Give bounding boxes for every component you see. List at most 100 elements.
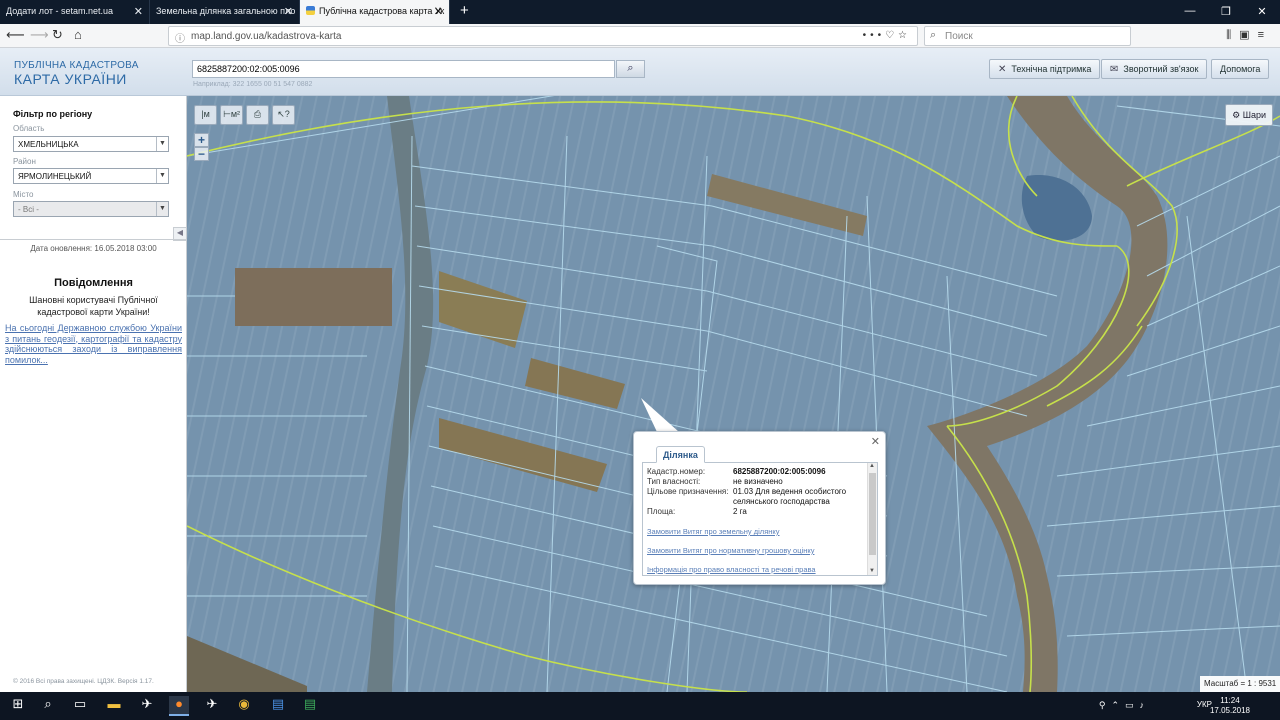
tab-land-plot[interactable]: Земельна ділянка загальною пло ✕ (150, 0, 300, 24)
map-imagery (187, 96, 1280, 692)
layers-label: Шари (1242, 110, 1266, 120)
city-select[interactable]: - Всі - ▼ (13, 201, 169, 217)
map-toolbar: |м ⊢м² ⎙ ↖? (194, 105, 295, 125)
measure-distance-icon[interactable]: |м (194, 105, 217, 125)
message-link[interactable]: На сьогодні Державною службою України з … (5, 323, 182, 365)
message-text: Шановні користувачі Публічної кадастрово… (29, 295, 158, 317)
popup-scrollbar[interactable]: ▲ ▼ (867, 463, 877, 575)
parcel-popup: ✕ Ділянка Кадастр.номер: 6825887200:02:0… (633, 431, 886, 585)
cadastral-search-button[interactable]: ⌕ (616, 60, 645, 78)
order-valuation-link[interactable]: Замовити Витяг про нормативну грошову оц… (647, 546, 814, 555)
close-icon[interactable]: ✕ (134, 5, 143, 18)
word-icon[interactable]: ▤ (268, 696, 288, 716)
clock[interactable]: 11:24 17.05.2018 (1210, 696, 1250, 716)
scroll-up-icon[interactable]: ▲ (869, 463, 875, 469)
close-icon[interactable]: ✕ (871, 435, 880, 448)
chrome-icon[interactable]: ◉ (234, 696, 254, 716)
search-icon: ⌕ (930, 29, 937, 41)
popup-cadastral-number: 6825887200:02:005:0096 (733, 467, 826, 476)
region-value: ХМЕЛЬНИЦЬКА (18, 140, 79, 149)
excel-icon[interactable]: ▤ (300, 696, 320, 716)
district-value: ЯРМОЛИНЕЦЬКИЙ (18, 172, 92, 181)
windows-start-icon[interactable]: ⊞ (8, 696, 28, 716)
popup-label: Кадастр.номер: (647, 467, 706, 476)
filter-title: Фільтр по регіону (13, 109, 93, 119)
left-panel: Фільтр по регіону Область ХМЕЛЬНИЦЬКА ▼ … (0, 96, 187, 692)
toolbar-icons[interactable]: ⫼▣≡ (1226, 28, 1272, 42)
map-canvas[interactable]: |м ⊢м² ⎙ ↖? + − ⚙ Шари ✕ Ділянка Кадастр… (187, 96, 1280, 692)
print-icon[interactable]: ⎙ (246, 105, 269, 125)
app-header: ПУБЛІЧНА КАДАСТРОВА КАРТА УКРАЇНИ 682588… (0, 48, 1280, 96)
district-select[interactable]: ЯРМОЛИНЕЦЬКИЙ ▼ (13, 168, 169, 184)
browser-nav-bar: ⟵ ⟶ ↻ ⌂ ⓘ map.land.gov.ua/kadastrova-kar… (0, 24, 1280, 48)
clock-time: 11:24 (1220, 696, 1240, 705)
popup-label: Тип власності: (647, 477, 701, 486)
url-bar[interactable]: ⓘ map.land.gov.ua/kadastrova-karta •••♡☆ (168, 26, 918, 46)
search-icon: ⌕ (627, 62, 634, 74)
url-text: map.land.gov.ua/kadastrova-karta (191, 31, 342, 42)
help-button[interactable]: Допомога (1211, 59, 1270, 79)
tab-title: Земельна ділянка загальною пло (156, 6, 296, 16)
system-tray-icons[interactable]: ⚲⌃▭♪ (1099, 700, 1150, 711)
district-label: Район (13, 157, 36, 166)
popup-label: Площа: (647, 507, 676, 516)
windows-taskbar: ⊞ ⌕ ▭ ▬ ✈ ● ✈ ◉ ▤ ▤ ⚲⌃▭♪ УКР 11:24 17.05… (0, 692, 1280, 720)
popup-label: Цільове призначення: (647, 487, 729, 496)
layers-button[interactable]: ⚙ Шари (1225, 104, 1273, 126)
identify-icon[interactable]: ↖? (272, 105, 295, 125)
minimize-icon[interactable]: — (1172, 0, 1208, 18)
firefox-icon[interactable]: ● (169, 696, 189, 716)
tools-icon: ✕ (998, 64, 1007, 75)
measure-area-icon[interactable]: ⊢м² (220, 105, 243, 125)
tab-setam[interactable]: Додати лот - setam.net.ua ✕ (0, 0, 150, 24)
close-icon[interactable]: ✕ (434, 5, 443, 18)
app-icon[interactable]: ✈ (137, 696, 157, 716)
city-value: - Всі - (18, 205, 39, 214)
feedback-button[interactable]: ✉ Зворотний зв'язок (1101, 59, 1208, 79)
back-icon[interactable]: ⟵ (6, 27, 25, 43)
tab-cadastral-map[interactable]: Публічна кадастрова карта Ук ✕ (300, 0, 450, 24)
file-explorer-icon[interactable]: ▬ (104, 696, 124, 716)
tech-support-label: Технічна підтримка (1011, 64, 1092, 74)
order-extract-link[interactable]: Замовити Витяг про земельну ділянку (647, 527, 780, 536)
map-scale: Масштаб = 1 : 9531 (1200, 676, 1280, 692)
forward-icon[interactable]: ⟶ (30, 27, 49, 43)
chevron-down-icon: ▼ (156, 169, 168, 183)
cadastral-example: Наприклад: 322 1655 00 51 547 0882 (193, 81, 313, 88)
logo-line2: КАРТА УКРАЇНИ (14, 71, 127, 87)
chevron-down-icon: ▼ (156, 137, 168, 151)
info-icon[interactable]: ⓘ (175, 30, 185, 45)
search-icon[interactable]: ⌕ (38, 696, 58, 716)
browser-tab-bar: Додати лот - setam.net.ua ✕ Земельна діл… (0, 0, 1280, 24)
close-icon[interactable]: ✕ (284, 5, 293, 18)
popup-tab-parcel[interactable]: Ділянка (656, 446, 705, 463)
cadastral-number-input[interactable]: 6825887200:02:005:0096 (192, 60, 615, 78)
region-select[interactable]: ХМЕЛЬНИЦЬКА ▼ (13, 136, 169, 152)
message-title: Повідомлення (54, 277, 133, 289)
help-label: Допомога (1220, 64, 1261, 74)
home-icon[interactable]: ⌂ (74, 27, 82, 42)
update-date: Дата оновлення: 16.05.2018 03:00 (30, 244, 157, 253)
tech-support-button[interactable]: ✕ Технічна підтримка (989, 59, 1101, 79)
popup-pointer (641, 398, 679, 432)
city-label: Місто (13, 190, 34, 199)
scroll-thumb[interactable] (869, 473, 876, 555)
search-placeholder: Поиск (945, 31, 973, 42)
app-icon[interactable]: ✈ (202, 696, 222, 716)
task-view-icon[interactable]: ▭ (70, 696, 90, 716)
new-tab-button[interactable]: + (450, 0, 479, 24)
tab-title: Додати лот - setam.net.ua (6, 6, 114, 16)
zoom-out-button[interactable]: − (194, 147, 209, 161)
scroll-down-icon[interactable]: ▼ (869, 568, 875, 574)
gear-icon: ⚙ (1232, 110, 1241, 120)
zoom-in-button[interactable]: + (194, 133, 209, 147)
page-actions-icons[interactable]: •••♡☆ (863, 30, 911, 41)
mail-icon: ✉ (1110, 64, 1119, 75)
browser-search-input[interactable]: ⌕ Поиск (924, 26, 1131, 46)
tab-title: Публічна кадастрова карта Ук (319, 6, 445, 16)
restore-icon[interactable]: ❐ (1208, 0, 1244, 18)
popup-area: 2 га (733, 507, 747, 516)
reload-icon[interactable]: ↻ (52, 27, 63, 43)
close-window-icon[interactable]: ✕ (1244, 0, 1280, 18)
ownership-info-link[interactable]: Інформація про право власності та речові… (647, 565, 816, 574)
